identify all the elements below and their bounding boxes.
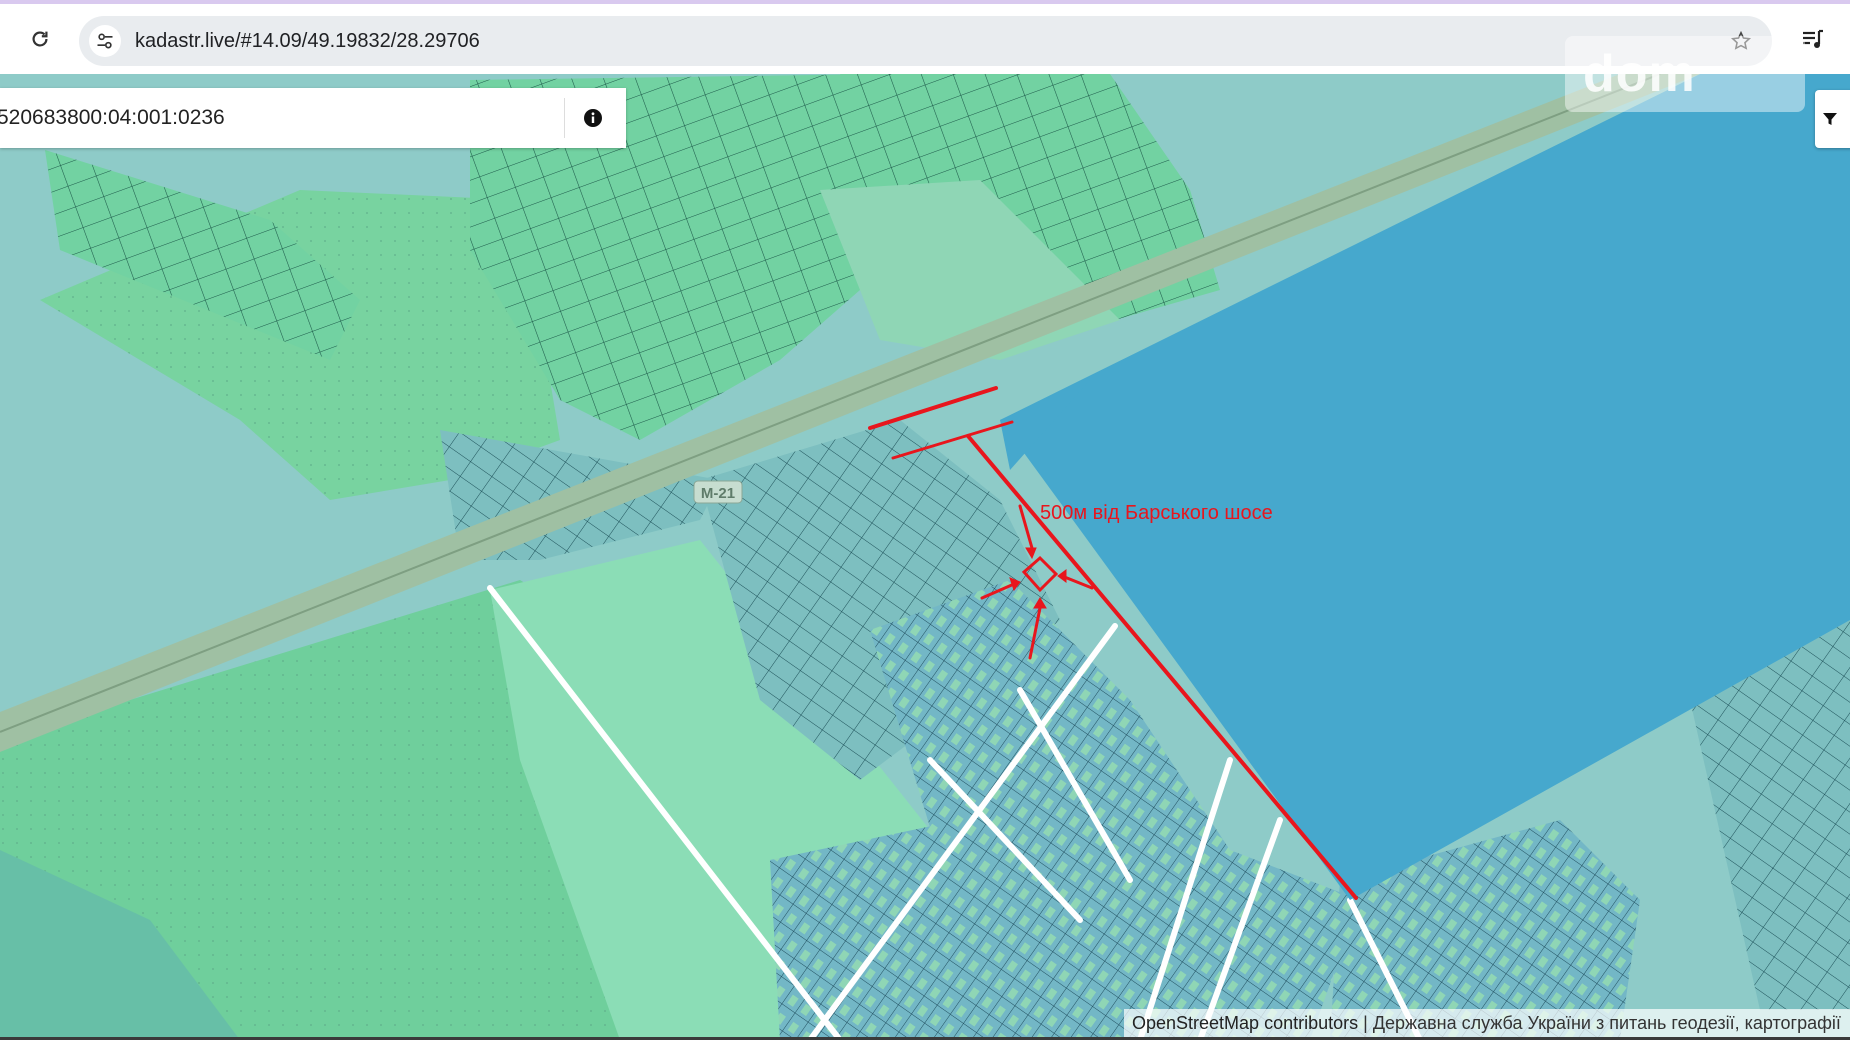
- reload-button[interactable]: [22, 21, 58, 57]
- address-bar[interactable]: kadastr.live/#14.09/49.19832/28.29706: [79, 16, 1772, 66]
- osm-attribution-link[interactable]: OpenStreetMap contributors: [1132, 1013, 1358, 1033]
- site-watermark: dom: [1565, 36, 1805, 112]
- info-button[interactable]: [572, 98, 614, 138]
- map-canvas[interactable]: M-21 500м від Барського шосе: [0, 74, 1850, 1040]
- reload-icon: [32, 31, 48, 47]
- attribution-text: | Державна служба України з питань геоде…: [1363, 1013, 1841, 1033]
- tune-icon: [97, 33, 113, 49]
- map-attribution: OpenStreetMap contributors | Державна сл…: [1124, 1009, 1850, 1037]
- cadastral-number-input[interactable]: [0, 88, 557, 148]
- road-label: M-21: [701, 485, 735, 502]
- cadastral-map[interactable]: M-21 500м від Барського шосе: [0, 74, 1850, 1040]
- filter-icon: [1823, 113, 1837, 125]
- info-icon: [584, 109, 602, 127]
- filter-button[interactable]: [1815, 90, 1850, 148]
- site-info-button[interactable]: [89, 25, 121, 57]
- cadastral-search-panel: [0, 88, 626, 148]
- search-divider: [564, 98, 565, 138]
- distance-annotation: 500м від Барського шосе: [1040, 502, 1273, 524]
- url-text[interactable]: kadastr.live/#14.09/49.19832/28.29706: [135, 16, 480, 66]
